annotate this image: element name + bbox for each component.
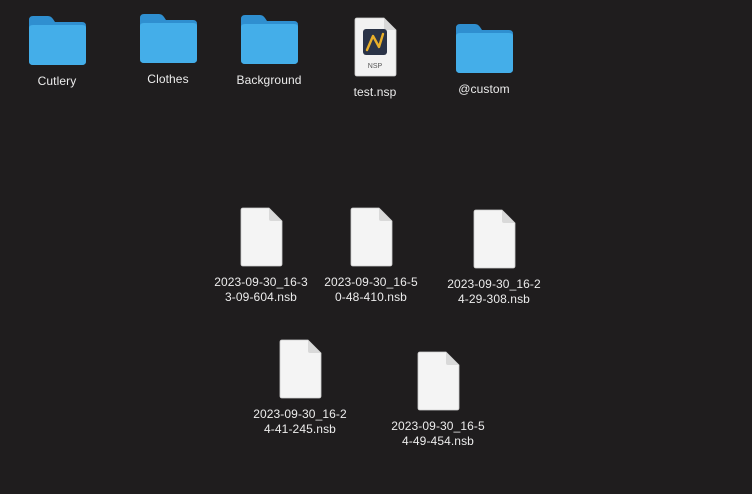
- file-label: 2023-09-30_16-3 3-09-604.nsb: [214, 275, 308, 304]
- folder-cutlery[interactable]: Cutlery: [2, 14, 112, 89]
- document-icon: [348, 207, 394, 267]
- nsp-badge: NSP: [368, 63, 383, 70]
- file-nsb-1[interactable]: 2023-09-30_16-3 3-09-604.nsb: [206, 207, 316, 305]
- document-icon: [415, 351, 461, 411]
- folder-clothes[interactable]: Clothes: [113, 12, 223, 87]
- folder-label: Cutlery: [37, 74, 77, 88]
- file-label: 2023-09-30_16-2 4-41-245.nsb: [253, 407, 347, 436]
- document-icon: [471, 209, 517, 269]
- file-nsb-3[interactable]: 2023-09-30_16-2 4-29-308.nsb: [439, 209, 549, 307]
- file-label: 2023-09-30_16-5 0-48-410.nsb: [324, 275, 418, 304]
- folder-background[interactable]: Background: [214, 13, 324, 88]
- folder-icon: [453, 22, 515, 74]
- nsp-file-icon: NSP: [352, 17, 398, 77]
- desktop: Cutlery Clothes Background NSP test.nsp …: [0, 0, 752, 494]
- file-nsb-5[interactable]: 2023-09-30_16-5 4-49-454.nsb: [383, 351, 493, 449]
- file-label: 2023-09-30_16-2 4-29-308.nsb: [447, 277, 541, 306]
- document-icon: [277, 339, 323, 399]
- folder-label: Background: [236, 73, 302, 87]
- document-icon: [238, 207, 284, 267]
- folder-label: Clothes: [147, 72, 189, 86]
- file-label: 2023-09-30_16-5 4-49-454.nsb: [391, 419, 485, 448]
- folder-icon: [26, 14, 88, 66]
- file-label: test.nsp: [353, 85, 397, 99]
- folder-custom[interactable]: @custom: [429, 22, 539, 97]
- file-nsb-2[interactable]: 2023-09-30_16-5 0-48-410.nsb: [316, 207, 426, 305]
- folder-label: @custom: [458, 82, 510, 96]
- file-test-nsp[interactable]: NSP test.nsp: [320, 17, 430, 100]
- file-nsb-4[interactable]: 2023-09-30_16-2 4-41-245.nsb: [245, 339, 355, 437]
- folder-icon: [238, 13, 300, 65]
- folder-icon: [137, 12, 199, 64]
